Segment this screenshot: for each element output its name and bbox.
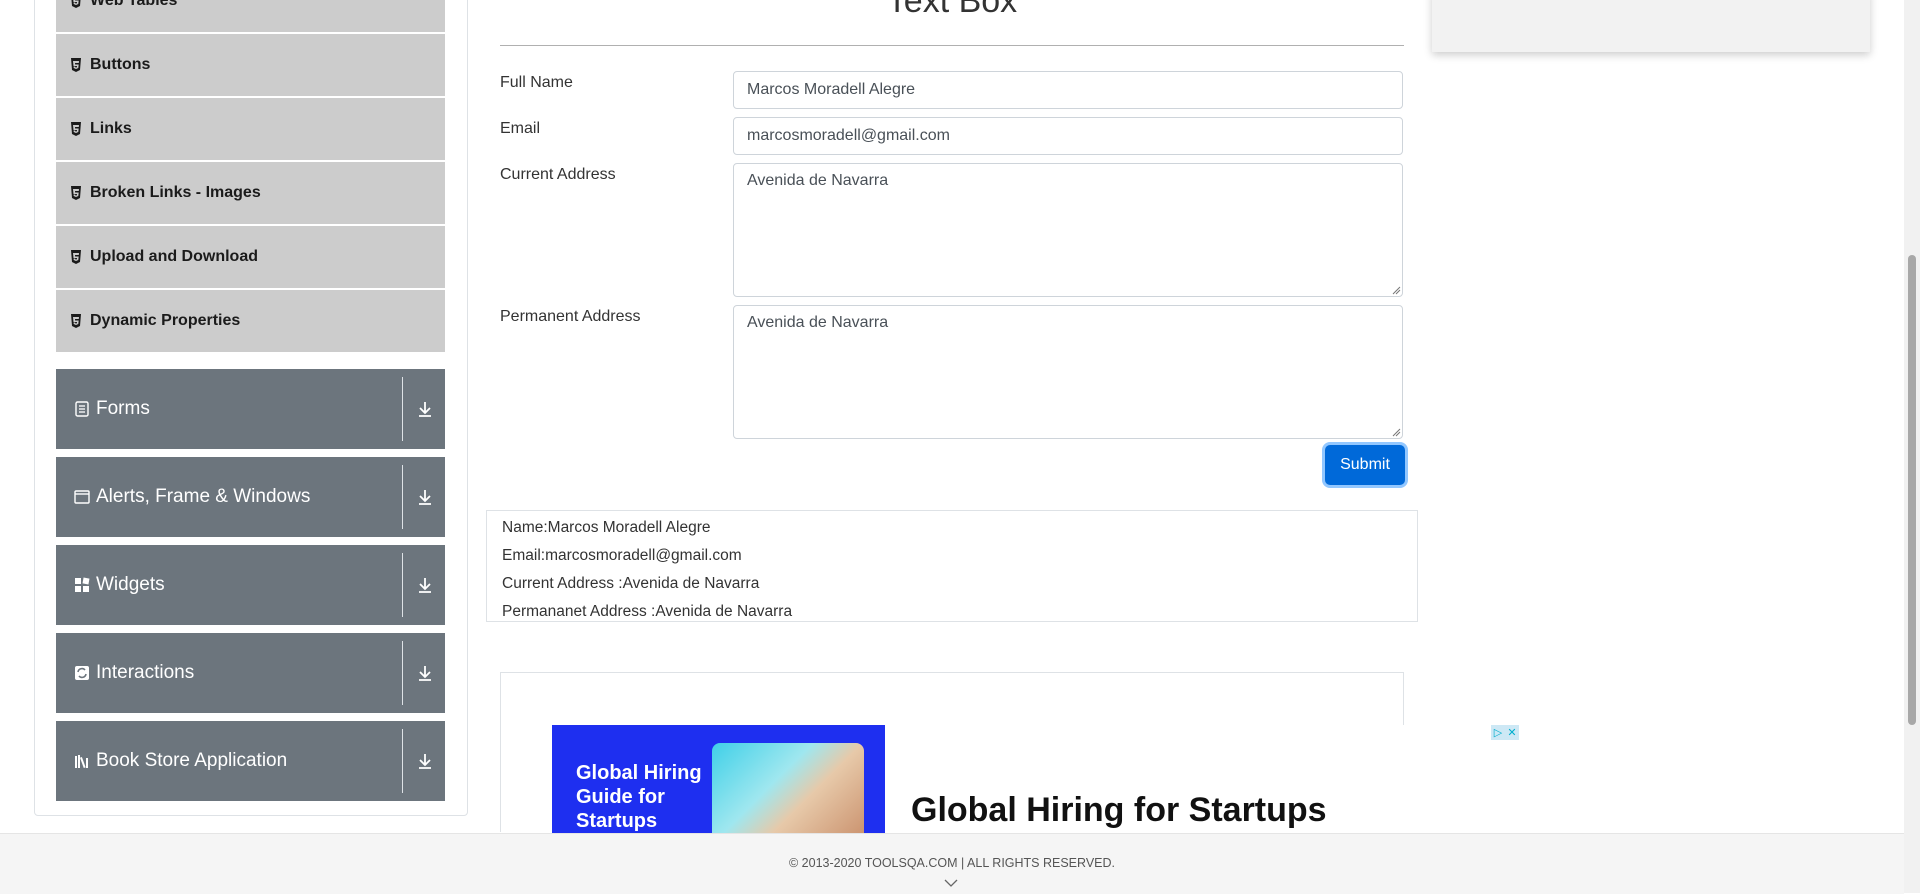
scrollbar-thumb[interactable] — [1908, 255, 1916, 725]
chevron-down-icon[interactable] — [944, 878, 958, 888]
ad-choices-badge[interactable]: ▷ ✕ — [1491, 725, 1519, 740]
ad-headline[interactable]: Global Hiring for Startups — [911, 791, 1327, 830]
ad-banner-top — [1432, 0, 1870, 52]
output-name: Name:Marcos Moradell Alegre — [502, 519, 711, 536]
sidebar-group-label: Widgets — [96, 574, 165, 595]
submit-button[interactable]: Submit — [1325, 445, 1405, 485]
output-panel: Name:Marcos Moradell Alegre Email:marcos… — [486, 510, 1418, 622]
ad-banner[interactable]: Global Hiring Guide for Startups Global … — [552, 725, 1520, 833]
html5-icon — [71, 122, 81, 136]
window-icon — [74, 490, 90, 504]
group-divider — [402, 641, 403, 705]
html5-icon — [71, 186, 81, 200]
sidebar-group-alerts[interactable]: Alerts, Frame & Windows — [56, 457, 445, 537]
resize-grip-icon[interactable] — [1391, 285, 1401, 295]
output-email: Email:marcosmoradell@gmail.com — [502, 547, 742, 564]
full-name-input[interactable] — [733, 71, 1403, 109]
page-title: Text Box — [886, 0, 1018, 20]
sidebar-group-forms[interactable]: Forms — [56, 369, 445, 449]
full-name-label: Full Name — [500, 74, 573, 91]
html5-icon — [71, 58, 81, 72]
sidebar-group-label: Interactions — [96, 662, 195, 683]
html5-icon — [71, 250, 81, 264]
email-label: Email — [500, 120, 541, 137]
sidebar-item-dynamic-properties[interactable]: Dynamic Properties — [56, 290, 445, 352]
download-arrow-icon[interactable] — [413, 749, 437, 773]
sidebar-item-buttons[interactable]: Buttons — [56, 34, 445, 96]
sidebar-item-web-tables[interactable]: Web Tables — [56, 0, 445, 32]
sidebar-group-label: Alerts, Frame & Windows — [96, 486, 311, 507]
ad-choices-icon[interactable]: ▷ — [1491, 725, 1505, 740]
sidebar-group-label: Forms — [96, 398, 150, 419]
scrollbar[interactable] — [1904, 0, 1920, 893]
sidebar-group-interactions[interactable]: Interactions — [56, 633, 445, 713]
group-divider — [402, 729, 403, 793]
current-address-textarea[interactable]: Avenida de Navarra — [733, 163, 1403, 297]
output-permanent-address: Permananet Address :Avenida de Navarra — [502, 603, 793, 620]
html5-icon — [71, 0, 81, 8]
sidebar-item-broken-links[interactable]: Broken Links - Images — [56, 162, 445, 224]
group-divider — [402, 377, 403, 441]
download-arrow-icon[interactable] — [413, 485, 437, 509]
ad-photo — [712, 743, 864, 833]
group-divider — [402, 553, 403, 617]
footer: © 2013-2020 TOOLSQA.COM | ALL RIGHTS RES… — [0, 833, 1904, 894]
books-icon — [75, 755, 88, 769]
interactions-icon — [75, 666, 89, 680]
sidebar-item-label: Links — [90, 120, 132, 137]
permanent-address-label: Permanent Address — [500, 308, 641, 325]
ad-left-panel: Global Hiring Guide for Startups — [552, 725, 885, 833]
email-input[interactable] — [733, 117, 1403, 155]
sidebar-item-label: Web Tables — [90, 0, 178, 9]
footer-copyright: © 2013-2020 TOOLSQA.COM | ALL RIGHTS RES… — [788, 856, 1115, 870]
sidebar-group-widgets[interactable]: Widgets — [56, 545, 445, 625]
form-icon — [75, 401, 89, 417]
group-divider — [402, 465, 403, 529]
widgets-icon — [75, 577, 90, 592]
sidebar-item-label: Upload and Download — [90, 248, 258, 265]
ad-close-icon[interactable]: ✕ — [1505, 725, 1519, 740]
sidebar-item-label: Buttons — [90, 56, 151, 73]
title-divider — [500, 45, 1404, 46]
sidebar-group-label: Book Store Application — [96, 750, 288, 771]
sidebar-item-links[interactable]: Links — [56, 98, 445, 160]
resize-grip-icon[interactable] — [1391, 427, 1401, 437]
download-arrow-icon[interactable] — [413, 397, 437, 421]
sidebar-item-label: Broken Links - Images — [90, 184, 261, 201]
download-arrow-icon[interactable] — [413, 661, 437, 685]
current-address-label: Current Address — [500, 166, 616, 183]
ad-left-text: Global Hiring Guide for Startups — [576, 762, 702, 832]
html5-icon — [71, 314, 81, 328]
sidebar-item-upload-download[interactable]: Upload and Download — [56, 226, 445, 288]
output-current-address: Current Address :Avenida de Navarra — [502, 575, 760, 592]
sidebar-group-book-store[interactable]: Book Store Application — [56, 721, 445, 801]
sidebar-item-label: Dynamic Properties — [90, 312, 241, 329]
permanent-address-textarea[interactable]: Avenida de Navarra — [733, 305, 1403, 439]
download-arrow-icon[interactable] — [413, 573, 437, 597]
